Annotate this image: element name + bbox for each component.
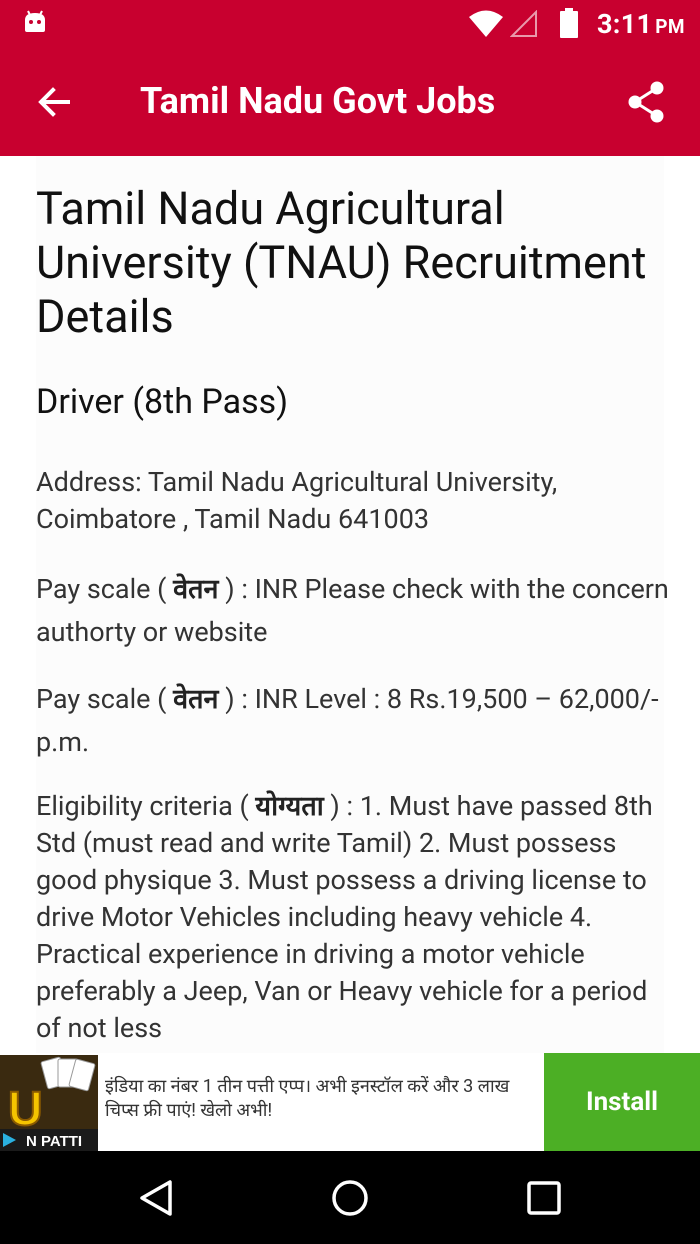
ad-banner[interactable]: U N PATTI इंडिया का नंबर 1 तीन पत्ती एप्…	[0, 1053, 700, 1151]
eligibility-hindi: योग्यता	[255, 790, 324, 822]
share-icon[interactable]	[626, 80, 666, 124]
navigation-bar	[0, 1151, 700, 1244]
teen-patti-logo[interactable]: U N PATTI	[0, 1055, 98, 1151]
battery-icon	[560, 8, 578, 38]
pay-scale-2: Pay scale ( वेतन ) : INR Level : 8 Rs.19…	[36, 678, 676, 764]
app-bar: Tamil Nadu Govt Jobs	[0, 50, 700, 156]
status-time: 3:11 PM	[597, 8, 685, 40]
status-bar: 3:11 PM	[0, 0, 700, 50]
ad-text[interactable]: इंडिया का नंबर 1 तीन पत्ती एप्प। अभी इनस…	[105, 1075, 535, 1123]
back-arrow-icon[interactable]	[34, 82, 74, 122]
article-body: Tamil Nadu Agricultural University (TNAU…	[36, 156, 669, 1053]
back-triangle-icon[interactable]	[136, 1178, 176, 1218]
article-title: Tamil Nadu Agricultural University (TNAU…	[36, 182, 647, 343]
logo-text: N PATTI	[26, 1133, 82, 1150]
eligibility-text: Eligibility criteria ( योग्यता ) : 1. Mu…	[36, 788, 676, 1047]
logo-letter: U	[8, 1083, 43, 1136]
article-content[interactable]: Tamil Nadu Agricultural University (TNAU…	[0, 156, 700, 1053]
android-icon	[25, 10, 45, 32]
pay-scale-hindi: वेतन	[173, 573, 219, 605]
app-title: Tamil Nadu Govt Jobs	[140, 80, 496, 122]
pay-scale-label: Pay scale (	[36, 683, 167, 715]
address-text: Address: Tamil Nadu Agricultural Univers…	[36, 466, 558, 535]
status-ampm: PM	[655, 15, 685, 38]
pay-scale-label: Pay scale (	[36, 573, 167, 605]
pay-scale-hindi: वेतन	[173, 683, 219, 715]
pay-scale-1: Pay scale ( वेतन ) : INR Please check wi…	[36, 568, 676, 654]
eligibility-label: Eligibility criteria (	[36, 790, 249, 822]
wifi-icon	[469, 10, 503, 37]
home-circle-icon[interactable]	[330, 1178, 370, 1218]
job-title: Driver (8th Pass)	[36, 382, 289, 422]
eligibility-value: ) : 1. Must have passed 8th Std (must re…	[36, 790, 653, 1044]
recents-square-icon[interactable]	[526, 1180, 562, 1216]
signal-icon	[510, 10, 537, 37]
install-button[interactable]: Install	[544, 1053, 700, 1151]
